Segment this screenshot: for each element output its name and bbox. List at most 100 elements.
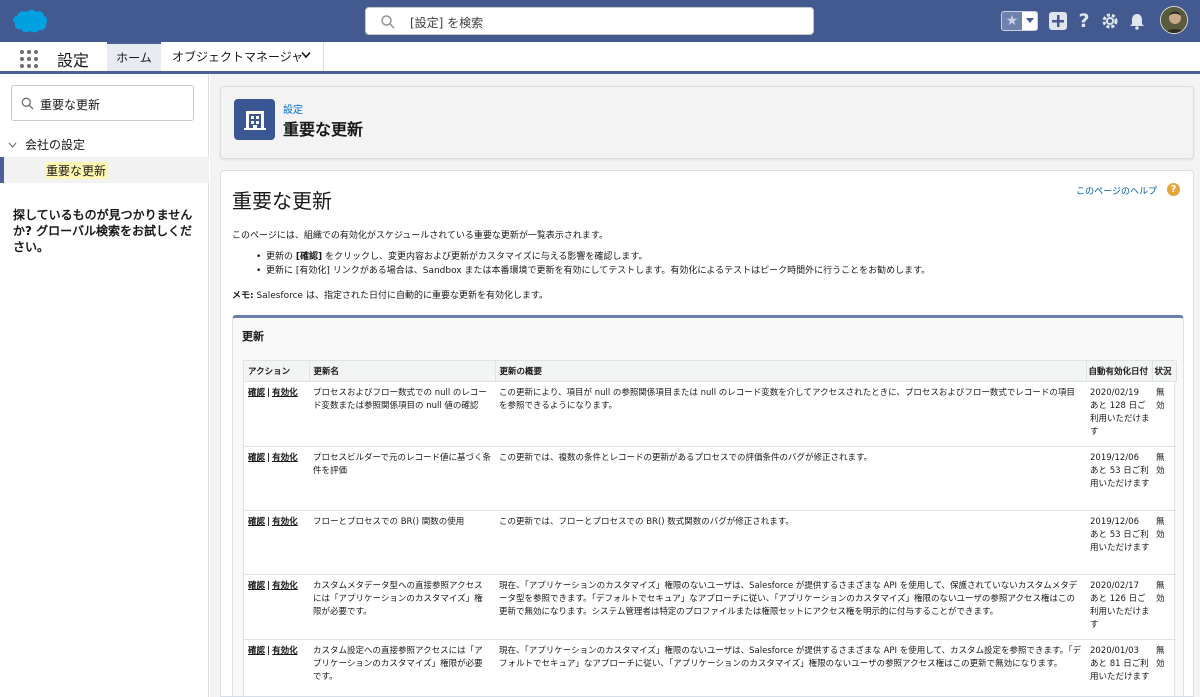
activation-date: 2020/02/17 あと 126 日ご利用いただけます (1086, 574, 1152, 640)
star-icon: ★ (1005, 13, 1019, 29)
update-summary: この更新により、項目が null の参照関係項目または null のレコード変数… (495, 381, 1086, 447)
salesforce-cloud-icon[interactable] (12, 8, 48, 34)
setup-sidebar: 重要な更新 会社の設定 重要な更新 探しているものが見つかりませんか? グローバ… (0, 74, 209, 697)
tree-item-label: 会社の設定 (25, 138, 86, 152)
bullet-text: をクリックし、変更内容および更新がカスタマイズに与える影響を確認します。 (322, 252, 648, 262)
search-placeholder: [設定] を検索 (410, 16, 484, 30)
avatar[interactable] (1160, 6, 1188, 34)
tab-object-manager-label: オブジェクトマネージャ (172, 50, 304, 64)
enable-link[interactable]: 有効化 (272, 581, 298, 591)
bell-icon (1130, 14, 1144, 30)
enable-link[interactable]: 有効化 (272, 646, 298, 656)
table-header-row: アクション 更新名 更新の概要 自動有効化日付 状況 (244, 361, 1177, 382)
content-title: 重要な更新 (232, 189, 332, 213)
column-header-name[interactable]: 更新名 (309, 361, 496, 382)
table-row: 確認 | 有効化 プロセスビルダーで元のレコード値に基づく条件を評価 この更新では、… (244, 446, 1176, 511)
tree-item-critical-updates[interactable]: 重要な更新 (0, 157, 209, 183)
chevron-down-icon (8, 142, 17, 148)
quick-find-input[interactable]: 重要な更新 (11, 85, 194, 121)
help-button[interactable]: ? (1074, 10, 1094, 32)
activation-date: 2020/02/19 あと 128 日ご利用いただけます (1086, 381, 1152, 447)
row-actions: 確認 | 有効化 (244, 574, 309, 640)
user-photo (1161, 7, 1187, 33)
tab-home[interactable]: ホーム (107, 42, 161, 71)
panel-title: 更新 (242, 330, 264, 343)
search-icon (21, 97, 34, 110)
updates-table: アクション 更新名 更新の概要 自動有効化日付 状況 確認 | 有効化 プロセスおよ… (244, 361, 1177, 696)
update-name: カスタムメタデータ型への直接参照アクセスには「アプリケーションのカスタマイズ」権… (309, 574, 495, 640)
sidebar-help-text: 探しているものが見つかりませんか? グローバル検索をお試しください。 (13, 208, 193, 254)
memo-body: Salesforce は、指定された日付に自動的に重要な更新を有効化します。 (253, 291, 549, 301)
update-name: カスタム設定への直接参照アクセスには「アプリケーションのカスタマイズ」権限が必要… (309, 639, 495, 696)
review-link[interactable]: 確認 (248, 388, 265, 398)
row-actions: 確認 | 有効化 (244, 639, 309, 696)
update-name: プロセスおよびフロー数式での null のレコード変数または参照関係項目の nu… (309, 381, 495, 447)
global-search-input[interactable]: [設定] を検索 (365, 7, 814, 35)
main-area: 設定 重要な更新 重要な更新 このページのヘルプ ? このページには、組織での有… (210, 74, 1200, 697)
activation-date: 2019/12/06 あと 53 日ご利用いただけます (1086, 510, 1152, 575)
question-icon: ? (1078, 10, 1090, 32)
update-summary: この更新では、フローとプロセスでの BR() 数式関数のバグが修正されます。 (495, 510, 1086, 575)
status: 無効 (1152, 639, 1176, 696)
review-link[interactable]: 確認 (248, 453, 265, 463)
status: 無効 (1152, 510, 1176, 575)
favorites-button[interactable]: ★ (1001, 11, 1038, 31)
global-header: [設定] を検索 ★ ? (0, 0, 1200, 42)
column-header-status[interactable]: 状況 (1152, 361, 1177, 382)
review-link[interactable]: 確認 (248, 517, 265, 527)
quick-find-value: 重要な更新 (40, 98, 101, 112)
help-for-page-link[interactable]: このページのヘルプ (1076, 184, 1157, 197)
review-link[interactable]: 確認 (248, 646, 265, 656)
intro-text: このページには、組織での有効化がスケジュールされている重要な更新が一覧表示されま… (232, 231, 609, 241)
building-icon (234, 99, 275, 140)
update-summary: 現在、「アプリケーションのカスタマイズ」権限のないユーザは、Salesforce… (495, 639, 1086, 696)
enable-link[interactable]: 有効化 (272, 517, 298, 527)
table-row: 確認 | 有効化 プロセスおよびフロー数式での null のレコード変数または参照関… (244, 381, 1176, 447)
bullet-bold: [確認] (295, 252, 323, 262)
table-row: 確認 | 有効化 カスタムメタデータ型への直接参照アクセスには「アプリケーションのカ… (244, 574, 1176, 640)
chevron-down-icon[interactable] (301, 51, 311, 59)
memo-text: メモ: Salesforce は、指定された日付に自動的に重要な更新を有効化しま… (232, 288, 548, 301)
table-row: 確認 | 有効化 カスタム設定への直接参照アクセスには「アプリケーションのカスタマイ… (244, 639, 1176, 696)
page-header: 設定 重要な更新 (220, 86, 1194, 159)
page-title: 重要な更新 (283, 120, 364, 139)
column-header-summary[interactable]: 更新の概要 (495, 361, 1087, 382)
notifications-button[interactable] (1127, 11, 1147, 31)
update-summary: この更新では、複数の条件とレコードの更新があるプロセスでの評価条件のバグが修正さ… (495, 446, 1086, 511)
global-actions-button[interactable] (1048, 11, 1068, 31)
tab-object-manager[interactable]: オブジェクトマネージャ (162, 42, 324, 71)
app-navigation-bar: 設定 ホーム オブジェクトマネージャ (0, 42, 1200, 74)
review-link[interactable]: 確認 (248, 581, 265, 591)
column-header-date[interactable]: 自動有効化日付 (1086, 361, 1153, 382)
breadcrumb[interactable]: 設定 (283, 101, 303, 116)
instructions-list: 更新の [確認] をクリックし、変更内容および更新がカスタマイズに与える影響を確… (256, 250, 930, 278)
enable-link[interactable]: 有効化 (272, 388, 298, 398)
list-item: 更新に [有効化] リンクがある場合は、Sandbox または本番環境で更新を有… (256, 264, 930, 278)
list-item: 更新の [確認] をクリックし、変更内容および更新がカスタマイズに与える影響を確… (256, 250, 930, 264)
updates-panel: 更新 アクション 更新名 更新の概要 自動有効化日付 状況 確認 | 有効化 プ… (232, 315, 1184, 696)
setup-button[interactable] (1100, 11, 1120, 31)
content-card: 重要な更新 このページのヘルプ ? このページには、組織での有効化がスケジュール… (220, 170, 1194, 697)
tree-item-label: 重要な更新 (45, 162, 108, 179)
activation-date: 2020/01/03 あと 81 日ご利用いただけます (1086, 639, 1152, 696)
status: 無効 (1152, 381, 1176, 447)
search-icon (381, 15, 395, 29)
question-icon[interactable]: ? (1167, 183, 1180, 196)
update-name: プロセスビルダーで元のレコード値に基づく条件を評価 (309, 446, 495, 511)
favorites-dropdown[interactable] (1022, 12, 1037, 30)
gear-icon (1102, 13, 1118, 29)
enable-link[interactable]: 有効化 (272, 453, 298, 463)
bullet-text: 更新の (266, 252, 296, 262)
status: 無効 (1152, 574, 1176, 640)
status: 無効 (1152, 446, 1176, 511)
update-name: フローとプロセスでの BR() 関数の使用 (309, 510, 495, 575)
row-actions: 確認 | 有効化 (244, 446, 309, 511)
updates-table-wrapper: アクション 更新名 更新の概要 自動有効化日付 状況 確認 | 有効化 プロセスおよ… (243, 360, 1177, 696)
column-header-action[interactable]: アクション (244, 361, 310, 382)
app-launcher-icon[interactable] (20, 50, 38, 68)
plus-icon (1049, 12, 1067, 30)
tree-item-company-settings[interactable]: 会社の設定 (8, 136, 85, 153)
memo-label: メモ: (232, 291, 254, 301)
table-row: 確認 | 有効化 フローとプロセスでの BR() 関数の使用 この更新では、フローと… (244, 510, 1176, 575)
row-actions: 確認 | 有効化 (244, 510, 309, 575)
